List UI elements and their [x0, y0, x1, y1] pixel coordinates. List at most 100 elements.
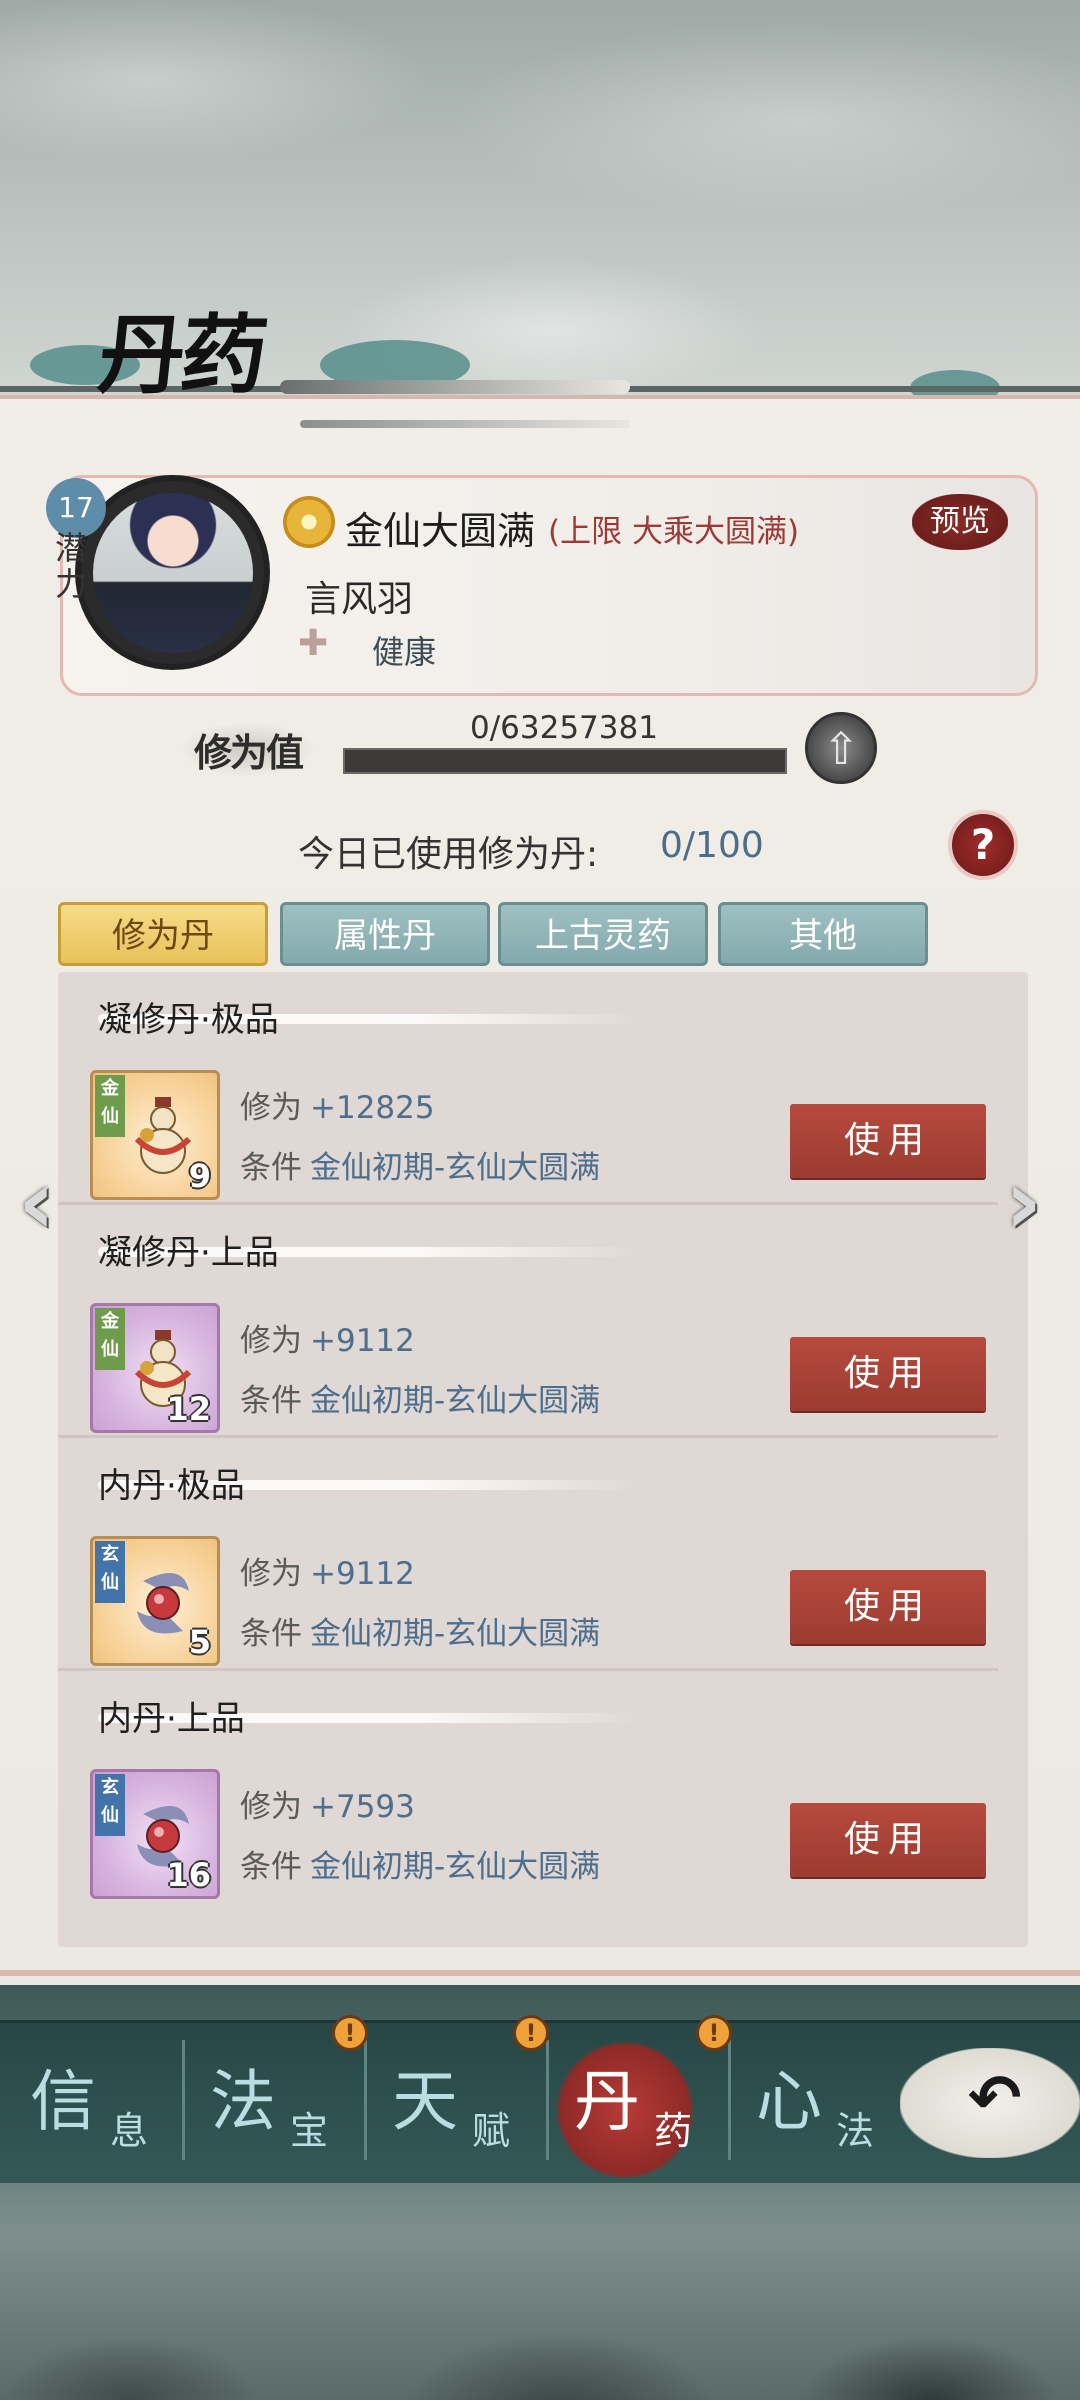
item-title: 内丹·极品: [98, 1466, 245, 1506]
tab-cultivation-pill[interactable]: 修为丹: [58, 902, 268, 966]
page-title: 丹药: [93, 305, 269, 406]
alert-badge-icon: !: [513, 2015, 549, 2051]
condition-key: 条件: [240, 1383, 302, 1419]
item-effect: 修为 +12825: [240, 1082, 435, 1127]
list-item: 凝修丹·极品 金仙 9 修为 +12825 条件 金仙初期-玄仙大圆满 使用: [58, 972, 1028, 1205]
effect-key: 修为: [240, 1789, 302, 1825]
preview-button[interactable]: 预览: [912, 494, 1008, 550]
realm-limit-text: (上限 大乘大圆满): [548, 514, 800, 550]
nav-divider: [182, 2040, 185, 2160]
list-item: 凝修丹·上品 金仙 12 修为 +9112 条件 金仙初期-玄仙大圆满 使用: [58, 1205, 1028, 1438]
nav-tab-char: 法: [836, 2109, 875, 2153]
condition-key: 条件: [240, 1849, 302, 1885]
nav-tab-char: 天: [392, 2063, 458, 2140]
item-condition: 条件 金仙初期-玄仙大圆满: [240, 1608, 600, 1653]
back-arrow-icon[interactable]: ↶: [968, 2062, 1022, 2136]
title-brush-stroke: [280, 380, 630, 394]
nav-divider: [364, 2040, 367, 2160]
nav-tab-char: 息: [110, 2109, 149, 2153]
tab-attribute-pill[interactable]: 属性丹: [280, 902, 490, 966]
cultivation-label: 修为值: [180, 722, 317, 777]
nav-tab-pills[interactable]: 丹 药: [564, 2040, 739, 2170]
list-item: 内丹·极品 玄仙 5 修为 +9112 条件 金仙初期-玄仙大圆满 使用: [58, 1438, 1028, 1671]
realm-tag: 玄仙: [95, 1774, 125, 1836]
use-button[interactable]: 使用: [790, 1104, 986, 1178]
nav-tab-char: 赋: [472, 2109, 511, 2153]
use-button[interactable]: 使用: [790, 1337, 986, 1411]
nav-tab-info[interactable]: 信 息: [20, 2040, 195, 2170]
pill-item-icon[interactable]: 玄仙 16: [90, 1769, 220, 1899]
arrow-up-icon: ⇧: [822, 724, 860, 775]
inner-core-icon: [137, 1573, 189, 1634]
condition-value: 金仙初期-玄仙大圆满: [310, 1849, 601, 1885]
effect-key: 修为: [240, 1323, 302, 1359]
daily-usage-label: 今日已使用修为丹:: [298, 834, 599, 875]
nav-tab-char: 宝: [290, 2109, 329, 2153]
effect-key: 修为: [240, 1556, 302, 1592]
condition-value: 金仙初期-玄仙大圆满: [310, 1383, 601, 1419]
pill-item-icon[interactable]: 金仙 12: [90, 1303, 220, 1433]
nav-tab-char: 药: [654, 2109, 693, 2153]
mountain-silhouette: [0, 2200, 1080, 2400]
item-title: 内丹·上品: [98, 1699, 245, 1739]
nav-tab-char: 丹: [574, 2063, 640, 2140]
alert-badge-icon: !: [332, 2015, 368, 2051]
title-brush-stroke: [300, 420, 630, 428]
effect-value: +7593: [310, 1789, 415, 1825]
effect-value: +12825: [310, 1090, 435, 1126]
potential-label: 潜力: [55, 529, 88, 603]
cultivation-progress-bar: [343, 748, 787, 774]
condition-key: 条件: [240, 1616, 302, 1652]
nav-divider: [728, 2040, 731, 2160]
nav-tab-talent[interactable]: 天 赋: [382, 2040, 557, 2170]
chevron-right-icon[interactable]: ›: [1005, 1158, 1065, 1248]
breakthrough-up-button[interactable]: ⇧: [805, 712, 877, 784]
nav-tab-char: 信: [30, 2063, 96, 2140]
item-condition: 条件 金仙初期-玄仙大圆满: [240, 1841, 600, 1886]
effect-key: 修为: [240, 1090, 302, 1126]
realm-tag: 金仙: [95, 1308, 125, 1370]
pill-item-icon[interactable]: 金仙 9: [90, 1070, 220, 1200]
item-effect: 修为 +7593: [240, 1781, 415, 1826]
item-effect: 修为 +9112: [240, 1548, 415, 1593]
item-count: 5: [188, 1623, 211, 1661]
pill-list[interactable]: 凝修丹·极品 金仙 9 修为 +12825 条件 金仙初期-玄仙大圆满 使用 凝修丹…: [58, 972, 1028, 1947]
nav-tab-treasure[interactable]: 法 宝: [200, 2040, 375, 2170]
cultivation-value: 0/63257381: [470, 710, 658, 746]
nav-tab-char: 法: [210, 2063, 276, 2140]
heart-icon: ✚: [298, 623, 329, 664]
character-name: 言风羽: [305, 579, 414, 620]
alert-badge-icon: !: [696, 2015, 732, 2051]
item-title: 凝修丹·极品: [98, 1000, 279, 1040]
use-button[interactable]: 使用: [790, 1803, 986, 1877]
health-status: 健康: [372, 633, 437, 671]
item-condition: 条件 金仙初期-玄仙大圆满: [240, 1375, 600, 1420]
chevron-left-icon[interactable]: ‹: [18, 1158, 78, 1248]
use-button[interactable]: 使用: [790, 1570, 986, 1644]
tab-other[interactable]: 其他: [718, 902, 928, 966]
condition-value: 金仙初期-玄仙大圆满: [310, 1150, 601, 1186]
list-item: 内丹·上品 玄仙 16 修为 +7593 条件 金仙初期-玄仙大圆满 使用: [58, 1671, 1028, 1903]
item-title: 凝修丹·上品: [98, 1233, 279, 1273]
realm-text: 金仙大圆满: [345, 509, 536, 553]
pill-gourd-icon: [134, 1097, 192, 1174]
daily-usage-value: 0/100: [660, 825, 764, 866]
item-count: 16: [166, 1856, 211, 1894]
realm-emblem-icon: [283, 496, 335, 548]
item-condition: 条件 金仙初期-玄仙大圆满: [240, 1142, 600, 1187]
realm-tag: 金仙: [95, 1075, 125, 1137]
realm-tag: 玄仙: [95, 1541, 125, 1603]
nav-tab-method[interactable]: 心 法: [746, 2040, 921, 2170]
condition-value: 金仙初期-玄仙大圆满: [310, 1616, 601, 1652]
panel-edge: [0, 1970, 1080, 1976]
help-button[interactable]: ?: [948, 810, 1018, 880]
item-count: 9: [188, 1157, 211, 1195]
nav-divider: [546, 2040, 549, 2160]
condition-key: 条件: [240, 1150, 302, 1186]
avatar-portrait: [93, 493, 253, 653]
item-count: 12: [166, 1390, 211, 1428]
tab-ancient-herb[interactable]: 上古灵药: [498, 902, 708, 966]
pill-item-icon[interactable]: 玄仙 5: [90, 1536, 220, 1666]
nav-tab-char: 心: [756, 2063, 822, 2140]
item-effect: 修为 +9112: [240, 1315, 415, 1360]
